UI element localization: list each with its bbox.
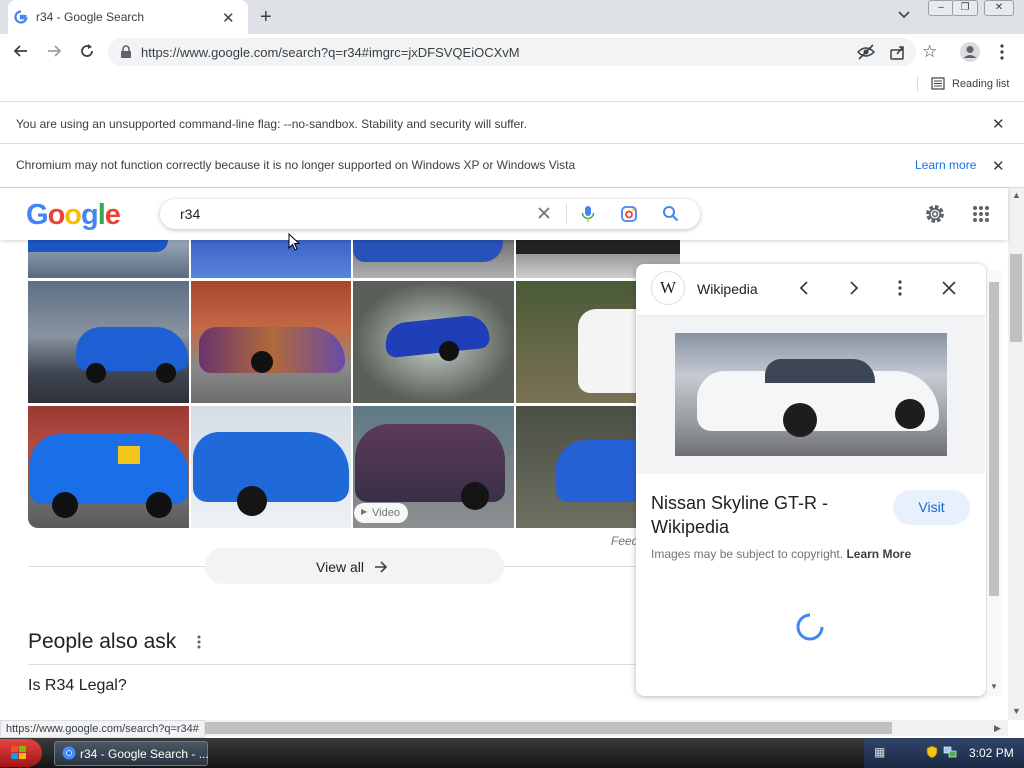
close-window-icon[interactable]: ✕ xyxy=(984,0,1014,16)
close-panel-icon[interactable] xyxy=(941,280,957,296)
scroll-right-arrow-icon[interactable]: ▶ xyxy=(994,723,1001,734)
learn-more-link[interactable]: Learn more xyxy=(915,158,976,172)
play-icon: ▶ xyxy=(361,507,368,516)
bookmark-star-icon[interactable]: ☆ xyxy=(922,42,937,62)
image-results-grid xyxy=(0,0,680,528)
search-icon[interactable] xyxy=(662,205,679,222)
scroll-down-arrow-icon[interactable]: ▼ xyxy=(1012,706,1021,716)
keyboard-icon[interactable]: ▦ xyxy=(874,745,885,759)
visit-button[interactable]: Visit xyxy=(893,490,970,525)
image-result[interactable] xyxy=(353,281,514,403)
image-result[interactable] xyxy=(28,281,189,403)
settings-gear-icon[interactable] xyxy=(924,203,946,225)
tab-search-chevron-icon[interactable] xyxy=(897,8,911,22)
close-xp-infobar-icon[interactable]: ✕ xyxy=(992,157,1005,175)
video-badge: ▶ Video xyxy=(354,503,408,523)
bookmarks-separator xyxy=(917,76,918,92)
arrow-right-icon xyxy=(375,561,388,573)
next-image-icon[interactable] xyxy=(845,280,861,296)
url-text[interactable]: https://www.google.com/search?q=r34#imgr… xyxy=(141,45,520,60)
copyright-notice: Images may be subject to copyright. Lear… xyxy=(651,547,911,561)
security-shield-icon[interactable] xyxy=(926,745,938,759)
start-button[interactable] xyxy=(0,739,42,767)
preview-image[interactable] xyxy=(675,333,947,456)
windows-logo-icon xyxy=(11,746,26,759)
reload-icon[interactable] xyxy=(78,42,96,60)
image-result[interactable] xyxy=(191,281,351,403)
xp-warning-text: Chromium may not function correctly beca… xyxy=(16,158,576,172)
minimize-window-icon[interactable]: – xyxy=(928,0,954,16)
eye-off-icon[interactable] xyxy=(857,44,875,60)
more-options-icon[interactable] xyxy=(196,634,202,650)
reading-list-button[interactable]: Reading list xyxy=(952,78,1009,90)
wikipedia-icon: W xyxy=(651,271,685,305)
google-apps-icon[interactable] xyxy=(972,205,990,223)
people-also-ask-title: People also ask xyxy=(28,630,177,653)
browser-menu-icon[interactable] xyxy=(1000,44,1004,60)
lock-icon[interactable] xyxy=(120,45,132,59)
google-logo[interactable]: Google xyxy=(26,199,121,232)
image-result[interactable] xyxy=(28,240,189,278)
taskbar-clock: 3:02 PM xyxy=(969,746,1014,760)
page-scroll-thumb[interactable] xyxy=(1010,254,1022,342)
back-arrow-icon[interactable] xyxy=(12,42,30,60)
reading-list-icon[interactable] xyxy=(931,77,945,90)
image-result[interactable] xyxy=(191,240,351,278)
sandbox-warning-text: You are using an unsupported command-lin… xyxy=(16,117,527,131)
search-box[interactable] xyxy=(160,199,700,229)
mouse-cursor-icon xyxy=(288,233,300,251)
taskbar-window-label: r34 - Google Search - ... xyxy=(80,747,209,761)
forward-arrow-icon[interactable] xyxy=(45,42,63,60)
panel-title[interactable]: Nissan Skyline GT-R - Wikipedia xyxy=(651,491,871,539)
image-result[interactable] xyxy=(28,406,189,528)
view-all-label: View all xyxy=(316,559,364,575)
tab-close-icon[interactable]: ✕ xyxy=(222,9,235,27)
loading-spinner-icon xyxy=(796,613,824,641)
search-separator xyxy=(566,204,567,224)
google-favicon-icon xyxy=(14,10,28,24)
clear-search-icon[interactable] xyxy=(536,205,552,221)
divider xyxy=(28,664,680,665)
share-icon[interactable] xyxy=(889,44,907,60)
panel-scroll-down-icon[interactable]: ▼ xyxy=(990,682,998,691)
network-icon[interactable] xyxy=(943,745,957,759)
voice-search-icon[interactable] xyxy=(581,205,595,223)
bookmarks-bar xyxy=(0,70,1024,102)
profile-avatar-icon[interactable] xyxy=(959,41,981,63)
lens-search-icon[interactable] xyxy=(620,205,638,223)
previous-image-icon[interactable] xyxy=(797,280,813,296)
image-result[interactable] xyxy=(191,406,351,528)
panel-more-icon[interactable] xyxy=(897,280,903,296)
close-sandbox-infobar-icon[interactable]: ✕ xyxy=(992,115,1005,133)
tab-title: r34 - Google Search xyxy=(36,10,145,24)
restore-window-icon[interactable]: ❐ xyxy=(952,0,978,16)
image-result[interactable] xyxy=(353,240,514,278)
chromium-icon xyxy=(62,746,76,760)
copyright-learn-more-link[interactable]: Learn More xyxy=(846,547,911,561)
scroll-up-arrow-icon[interactable]: ▲ xyxy=(1012,190,1021,200)
related-question[interactable]: Is R34 Legal? xyxy=(28,677,127,695)
video-badge-label: Video xyxy=(372,507,400,519)
copyright-text: Images may be subject to copyright. xyxy=(651,547,844,561)
panel-scroll-thumb[interactable] xyxy=(989,282,999,596)
panel-source-label[interactable]: Wikipedia xyxy=(697,281,758,297)
status-url-bubble: https://www.google.com/search?q=r34# xyxy=(0,720,205,738)
search-input[interactable]: r34 xyxy=(180,206,200,222)
new-tab-icon[interactable]: + xyxy=(260,6,272,29)
